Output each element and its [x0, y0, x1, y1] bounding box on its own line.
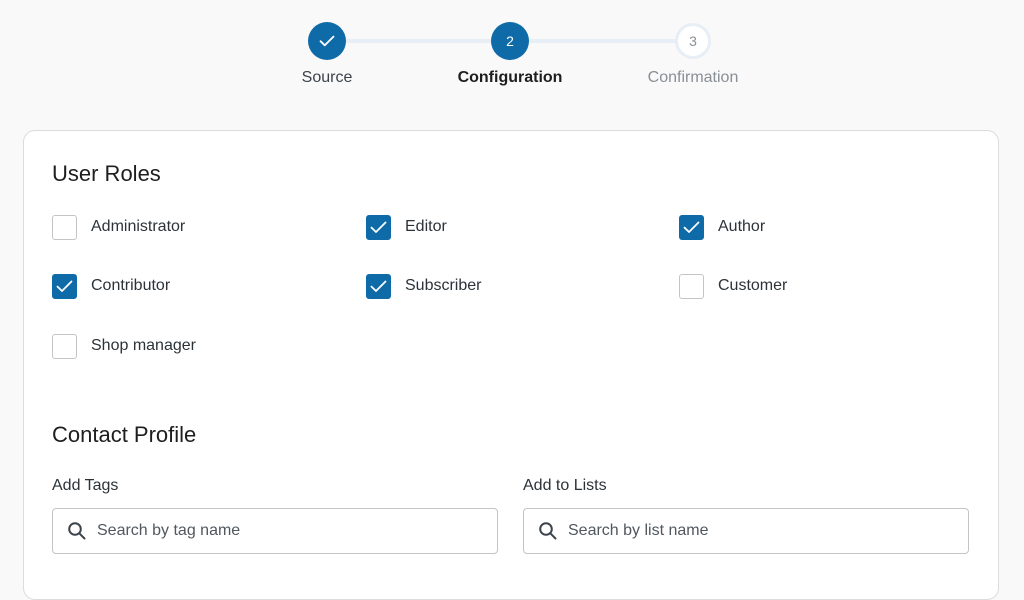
search-icon	[539, 522, 557, 540]
settings-card: User Roles Administrator Editor Author Cont…	[23, 130, 999, 600]
role-label: Shop manager	[91, 337, 196, 354]
role-checkbox-customer[interactable]: Customer	[679, 273, 787, 299]
contact-profile-title: Contact Profile	[52, 422, 197, 447]
checkmark-icon	[683, 221, 700, 233]
step-configuration-number: 2	[491, 22, 529, 60]
role-label: Contributor	[91, 277, 171, 294]
step-confirmation-number: 3	[675, 23, 711, 59]
role-label: Administrator	[91, 218, 186, 235]
list-search-field[interactable]	[523, 508, 969, 554]
role-checkbox-shop-manager[interactable]: Shop manager	[52, 333, 196, 359]
checkbox[interactable]	[366, 273, 391, 299]
role-label: Author	[718, 218, 766, 235]
step-confirmation-label: Confirmation	[647, 69, 739, 86]
search-icon	[68, 522, 86, 540]
user-roles-title: User Roles	[52, 161, 161, 186]
checkbox[interactable]	[679, 214, 704, 240]
role-label: Customer	[718, 277, 788, 294]
checkbox[interactable]	[52, 273, 77, 299]
step-configuration[interactable]: 2 Configuration	[430, 22, 590, 87]
add-to-lists-label: Add to Lists	[523, 477, 607, 494]
progress-stepper: Source 2 Configuration 3 Confirmation	[0, 0, 1024, 110]
role-label: Editor	[405, 218, 447, 235]
role-checkbox-contributor[interactable]: Contributor	[52, 273, 170, 299]
role-checkbox-editor[interactable]: Editor	[366, 214, 447, 240]
role-checkbox-author[interactable]: Author	[679, 214, 765, 240]
role-checkbox-subscriber[interactable]: Subscriber	[366, 273, 481, 299]
tag-search-input[interactable]	[97, 511, 477, 551]
checkbox[interactable]	[679, 273, 704, 299]
add-tags-label: Add Tags	[52, 477, 119, 494]
checkmark-icon	[370, 280, 387, 292]
checkbox[interactable]	[52, 333, 77, 359]
check-icon	[319, 35, 335, 47]
checkbox[interactable]	[366, 214, 391, 240]
step-configuration-label: Configuration	[457, 69, 563, 86]
step-source[interactable]: Source	[247, 22, 407, 87]
step-source-circle	[308, 22, 346, 60]
list-search-input[interactable]	[568, 511, 948, 551]
checkbox[interactable]	[52, 214, 77, 240]
step-source-label: Source	[301, 69, 353, 86]
role-label: Subscriber	[405, 277, 482, 294]
step-confirmation[interactable]: 3 Confirmation	[613, 22, 773, 87]
tag-search-field[interactable]	[52, 508, 498, 554]
role-checkbox-administrator[interactable]: Administrator	[52, 214, 185, 240]
checkmark-icon	[56, 280, 73, 292]
checkmark-icon	[370, 221, 387, 233]
